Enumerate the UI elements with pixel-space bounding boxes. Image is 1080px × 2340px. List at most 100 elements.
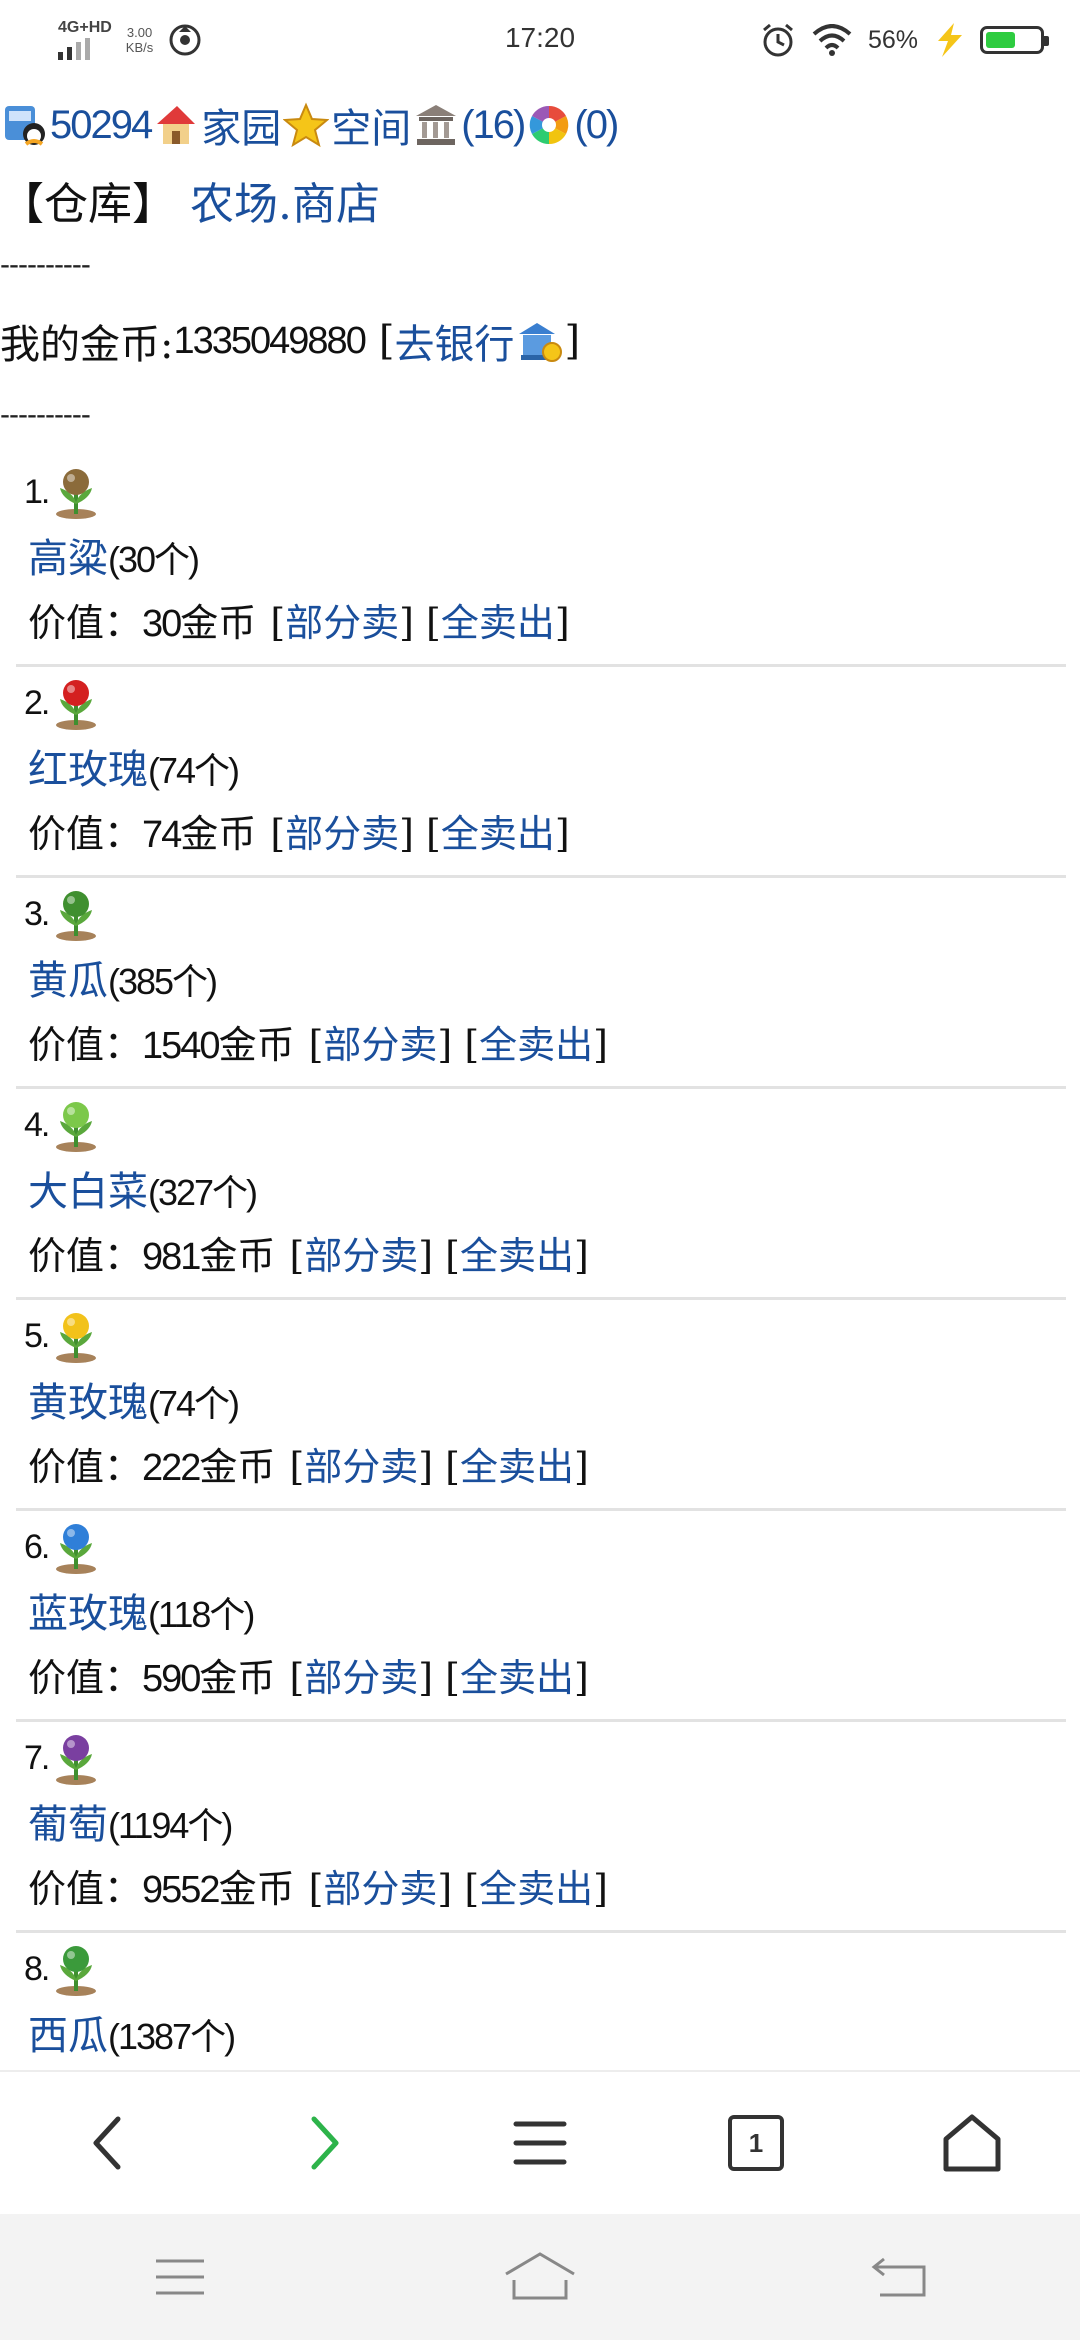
partial-sell-link[interactable]: 部分卖 bbox=[304, 1656, 418, 1700]
star-icon bbox=[283, 102, 330, 148]
partial-sell-link[interactable]: 部分卖 bbox=[285, 601, 399, 645]
home-label: 家园 bbox=[201, 106, 282, 152]
divider-top: ---------- bbox=[0, 248, 91, 281]
item-name-line: 西瓜(1387个) bbox=[28, 2003, 236, 2061]
warehouse-item: 1. 高粱(30个) 价值：30金币 [部分卖] [全卖出] bbox=[16, 456, 1066, 667]
system-home-button[interactable] bbox=[360, 2214, 720, 2340]
item-name-link[interactable]: 高粱 bbox=[28, 536, 108, 582]
user-id: 50294 bbox=[50, 102, 153, 147]
crop-icon bbox=[56, 891, 97, 941]
menu-button[interactable] bbox=[432, 2072, 648, 2214]
item-name-link[interactable]: 葡萄 bbox=[28, 1802, 108, 1848]
bank-coin-icon bbox=[519, 323, 563, 362]
qq-user-icon bbox=[5, 106, 45, 146]
farm-link[interactable]: 农场 bbox=[190, 179, 278, 230]
crop-icon bbox=[56, 1313, 97, 1363]
shop-link[interactable]: 商店 bbox=[292, 179, 380, 230]
item-name-link[interactable]: 蓝玫瑰 bbox=[28, 1591, 148, 1637]
wifi-icon bbox=[812, 24, 852, 56]
item-value-line: 价值：590金币 [部分卖] [全卖出] bbox=[28, 1656, 589, 1700]
item-count: (327个) bbox=[148, 1172, 258, 1213]
warehouse-list: 1. 高粱(30个) 价值：30金币 [部分卖] [全卖出] 2. 红玫瑰(74个) 价值：… bbox=[16, 456, 1066, 2070]
item-name-link[interactable]: 红玫瑰 bbox=[28, 747, 148, 793]
home-icon bbox=[943, 2114, 1001, 2172]
value-label: 价值： bbox=[28, 1023, 143, 1067]
item-index: 5. bbox=[24, 1308, 102, 1364]
gift-link[interactable]: (0) bbox=[524, 102, 619, 148]
item-value: 222 bbox=[142, 1447, 201, 1489]
sell-all-link[interactable]: 全卖出 bbox=[441, 812, 555, 856]
home-button[interactable] bbox=[864, 2072, 1080, 2214]
warehouse-item: 7. 葡萄(1194个) 价值：9552金币 [部分卖] [全卖出] bbox=[16, 1722, 1066, 1933]
value-label: 价值： bbox=[28, 601, 143, 645]
battery-icon bbox=[980, 26, 1049, 54]
bank-count: (16) bbox=[461, 102, 526, 147]
partial-sell-link[interactable]: 部分卖 bbox=[304, 1234, 418, 1278]
sell-all-link[interactable]: 全卖出 bbox=[441, 601, 555, 645]
go-bank-link[interactable]: 去银行 bbox=[394, 312, 564, 370]
chevron-right-icon bbox=[311, 2116, 339, 2170]
sell-all-link[interactable]: 全卖出 bbox=[460, 1234, 574, 1278]
item-name-line: 红玫瑰(74个) bbox=[28, 737, 240, 795]
item-value: 981 bbox=[142, 1236, 201, 1278]
hamburger-menu-icon bbox=[513, 2121, 567, 2165]
item-value-line: 价值：222金币 [部分卖] [全卖出] bbox=[28, 1445, 589, 1489]
bank-nav-link[interactable]: (16) bbox=[411, 102, 526, 148]
value-unit: 金币 bbox=[199, 1234, 276, 1278]
item-count: (385个) bbox=[108, 961, 218, 1002]
value-unit: 金币 bbox=[199, 1445, 276, 1489]
item-index: 3. bbox=[24, 886, 102, 942]
space-link[interactable]: 空间 bbox=[281, 96, 411, 154]
sell-all-link[interactable]: 全卖出 bbox=[460, 1656, 574, 1700]
alarm-icon bbox=[762, 23, 793, 57]
warehouse-item: 4. 大白菜(327个) 价值：981金币 [部分卖] [全卖出] bbox=[16, 1089, 1066, 1300]
partial-sell-link[interactable]: 部分卖 bbox=[323, 1023, 437, 1067]
warehouse-item: 2. 红玫瑰(74个) 价值：74金币 [部分卖] [全卖出] bbox=[16, 667, 1066, 878]
sell-all-link[interactable]: 全卖出 bbox=[479, 1867, 593, 1911]
crop-icon bbox=[56, 1946, 97, 1996]
system-back-button[interactable] bbox=[720, 2214, 1080, 2340]
item-name-link[interactable]: 黄瓜 bbox=[28, 958, 108, 1004]
user-profile-link[interactable]: 50294 bbox=[0, 102, 153, 148]
warehouse-item: 6. 蓝玫瑰(118个) 价值：590金币 [部分卖] [全卖出] bbox=[16, 1511, 1066, 1722]
item-count: (30个) bbox=[108, 539, 200, 580]
item-name-link[interactable]: 黄玫瑰 bbox=[28, 1380, 148, 1426]
gift-count: (0) bbox=[574, 102, 619, 147]
item-name-line: 黄玫瑰(74个) bbox=[28, 1370, 240, 1428]
item-name-link[interactable]: 西瓜 bbox=[28, 2013, 108, 2059]
bank-building-icon bbox=[416, 105, 457, 145]
crop-icon bbox=[56, 1735, 97, 1785]
back-button[interactable] bbox=[0, 2072, 216, 2214]
item-value: 74 bbox=[142, 814, 182, 856]
browser-toolbar: 1 bbox=[0, 2070, 1080, 2214]
system-nav-bar bbox=[0, 2214, 1080, 2340]
item-name-link[interactable]: 大白菜 bbox=[28, 1169, 148, 1215]
item-index: 4. bbox=[24, 1097, 102, 1153]
go-bank-label: 去银行 bbox=[394, 322, 515, 368]
item-index: 8. bbox=[24, 1941, 102, 1997]
partial-sell-link[interactable]: 部分卖 bbox=[285, 812, 399, 856]
status-bar: 4G+HD 3.00 KB/s 17:20 56% bbox=[0, 0, 1080, 80]
recents-button[interactable] bbox=[0, 2214, 360, 2340]
crop-icon bbox=[56, 469, 97, 519]
home-link[interactable]: 家园 bbox=[151, 96, 281, 154]
item-index: 7. bbox=[24, 1730, 102, 1786]
partial-sell-link[interactable]: 部分卖 bbox=[304, 1445, 418, 1489]
item-count: (74个) bbox=[148, 750, 240, 791]
item-name-line: 葡萄(1194个) bbox=[28, 1792, 233, 1850]
item-name-line: 大白菜(327个) bbox=[28, 1159, 258, 1217]
sell-all-link[interactable]: 全卖出 bbox=[479, 1023, 593, 1067]
warehouse-item: 5. 黄玫瑰(74个) 价值：222金币 [部分卖] [全卖出] bbox=[16, 1300, 1066, 1511]
tabs-button[interactable]: 1 bbox=[648, 2072, 864, 2214]
warehouse-item: 8.西瓜(1387个)价值：金币[部分卖] [全卖出] bbox=[16, 1933, 1066, 2070]
value-unit: 金币 bbox=[180, 601, 257, 645]
space-label: 空间 bbox=[331, 106, 412, 152]
back-arrow-icon bbox=[871, 2257, 926, 2297]
forward-button[interactable] bbox=[216, 2072, 432, 2214]
value-label: 价值： bbox=[28, 812, 143, 856]
partial-sell-link[interactable]: 部分卖 bbox=[323, 1867, 437, 1911]
item-value: 1540 bbox=[142, 1025, 221, 1067]
battery-percent: 56% bbox=[867, 25, 918, 54]
item-index: 6. bbox=[24, 1519, 102, 1575]
sell-all-link[interactable]: 全卖出 bbox=[460, 1445, 574, 1489]
